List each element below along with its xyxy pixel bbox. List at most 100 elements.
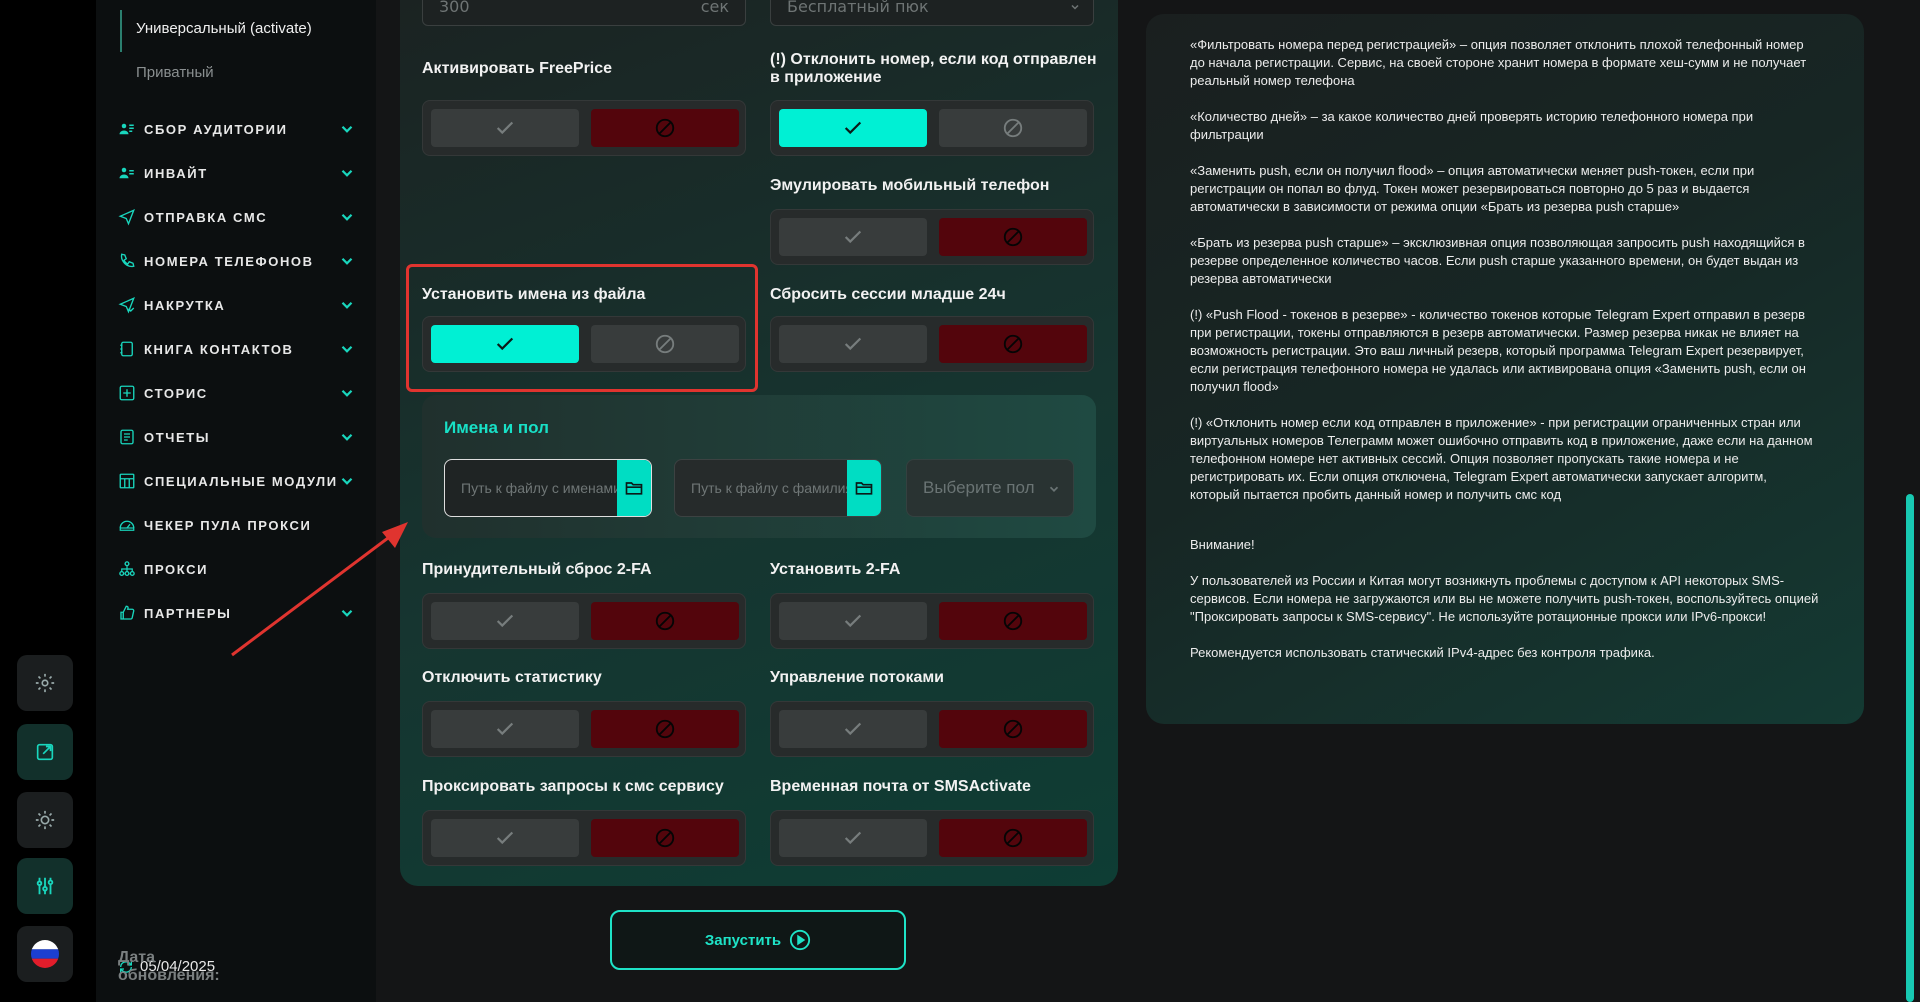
submenu-item-universal[interactable]: Универсальный (activate) (136, 20, 312, 37)
option-label-thread-control: Управление потоками (770, 669, 945, 686)
toggle-proxy-sms[interactable] (422, 810, 746, 866)
gender-select[interactable]: Выберите пол (906, 459, 1074, 517)
toggle-freeprice[interactable] (422, 100, 746, 156)
info-paragraph: (!) «Push Flood - токенов в резерве» - к… (1190, 307, 1806, 394)
sidebar-item-4[interactable]: НАКРУТКА (116, 290, 356, 320)
toggle-reset-sessions[interactable] (770, 316, 1094, 372)
run-button[interactable]: Запустить (610, 910, 906, 970)
info-paragraph: «Заменить push, если он получил flood» –… (1190, 163, 1755, 214)
toggle-no-button[interactable] (939, 218, 1087, 256)
check-icon (496, 722, 514, 736)
toggle-no-button[interactable] (939, 710, 1087, 748)
sidebar-item-9[interactable]: ЧЕКЕР ПУЛА ПРОКСИ (116, 510, 356, 540)
option-label-emulate-mobile: Эмулировать мобильный телефон (770, 177, 1050, 194)
info-paragraph: «Фильтровать номера перед регистрацией» … (1190, 37, 1807, 88)
sidebar-item-1[interactable]: ИНВАЙТ (116, 158, 356, 188)
info-paragraph: «Брать из резерва push старше» – эксклюз… (1190, 235, 1805, 286)
option-label-proxy-sms: Проксировать запросы к смс сервису (422, 778, 724, 795)
check-icon (844, 337, 862, 351)
external-link-button[interactable] (17, 724, 73, 780)
reports-icon (120, 429, 134, 445)
language-button[interactable] (17, 926, 73, 982)
info-paragraph: (!) «Отклонить номер если код отправлен … (1190, 415, 1813, 502)
theme-button[interactable] (17, 792, 73, 848)
toggle-no-button[interactable] (591, 710, 739, 748)
names-file-input[interactable]: Путь к файлу с именами (444, 459, 652, 517)
check-icon (844, 722, 862, 736)
toggle-no-button[interactable] (939, 325, 1087, 363)
gender-select-placeholder: Выберите пол (923, 478, 1035, 497)
toggle-set-2fa[interactable] (770, 593, 1094, 649)
option-label-set-2fa: Установить 2-FA (770, 561, 901, 578)
chevron-down-icon (341, 213, 353, 221)
sidebar-item-8[interactable]: СПЕЦИАЛЬНЫЕ МОДУЛИ (116, 466, 356, 496)
toggle-disable-stats[interactable] (422, 701, 746, 757)
modules-icon (119, 473, 135, 489)
surnames-file-input[interactable]: Путь к файлу с фамилиями (674, 459, 882, 517)
sidebar-item-6[interactable]: СТОРИС (116, 378, 356, 408)
chevron-down-icon (341, 389, 353, 397)
partners-icon (120, 605, 135, 620)
toggle-yes-button[interactable] (431, 602, 579, 640)
toggle-yes-button[interactable] (779, 325, 927, 363)
run-button-label: Запустить (704, 931, 782, 949)
sidebar-item-0[interactable]: СБОР АУДИТОРИИ (116, 114, 356, 144)
folder-icon (855, 482, 873, 495)
seconds-value: 300 (439, 0, 470, 16)
folder-icon (625, 482, 643, 495)
toggle-yes-button[interactable] (779, 710, 927, 748)
sidebar-item-10[interactable]: ПРОКСИ (116, 554, 356, 584)
scrollbar-thumb[interactable] (1906, 494, 1914, 1002)
toggle-emulate-mobile[interactable] (770, 209, 1094, 265)
ban-icon (655, 118, 675, 138)
sidebar-item-label: ИНВАЙТ (144, 165, 208, 181)
chevron-down-icon (1071, 4, 1079, 10)
toggle-no-button[interactable] (591, 819, 739, 857)
sidebar-item-label: СПЕЦИАЛЬНЫЕ МОДУЛИ (144, 473, 338, 489)
sidebar-item-5[interactable]: КНИГА КОНТАКТОВ (116, 334, 356, 364)
names-browse-button[interactable] (617, 460, 651, 516)
toggle-yes-button[interactable] (779, 218, 927, 256)
toggle-yes-button[interactable] (779, 602, 927, 640)
toggle-no-button[interactable] (939, 109, 1087, 147)
check-icon (496, 614, 514, 628)
sidebar (96, 0, 376, 1002)
sidebar-item-7[interactable]: ОТЧЕТЫ (116, 422, 356, 452)
highlight-box (406, 264, 758, 392)
toggle-no-button[interactable] (591, 109, 739, 147)
pool-select[interactable]: Бесплатный пюк (770, 0, 1094, 26)
names-file-placeholder: Путь к файлу с именами (461, 480, 617, 496)
toggle-yes-button[interactable] (779, 109, 927, 147)
toggle-reject-app-code[interactable] (770, 100, 1094, 156)
sidebar-item-3[interactable]: НОМЕРА ТЕЛЕФОНОВ (116, 246, 356, 276)
toggle-thread-control[interactable] (770, 701, 1094, 757)
submenu-item-private[interactable]: Приватный (136, 64, 214, 81)
seconds-input[interactable]: 300 сек (422, 0, 746, 26)
ban-icon (1003, 719, 1023, 739)
ban-icon (1003, 334, 1023, 354)
toggle-yes-button[interactable] (431, 710, 579, 748)
toggle-yes-button[interactable] (431, 819, 579, 857)
toggle-no-button[interactable] (939, 819, 1087, 857)
toggle-temp-mail[interactable] (770, 810, 1094, 866)
sidebar-item-11[interactable]: ПАРТНЕРЫ (116, 598, 356, 628)
info-paragraph: «Количество дней» – за какое количество … (1190, 109, 1754, 142)
settings-button[interactable] (17, 655, 73, 711)
toggle-no-button[interactable] (939, 602, 1087, 640)
sidebar-item-2[interactable]: ОТПРАВКА СМС (116, 202, 356, 232)
toggle-yes-button[interactable] (431, 109, 579, 147)
names-gender-title: Имена и пол (444, 418, 549, 437)
option-label-reject-app-code: (!) Отклонить номер, если код отправлен … (770, 51, 1097, 86)
toggle-force-reset-2fa[interactable] (422, 593, 746, 649)
check-icon (844, 230, 862, 244)
toggle-yes-button[interactable] (779, 819, 927, 857)
check-icon (844, 831, 862, 845)
ban-icon (1003, 118, 1023, 138)
chevron-down-icon (341, 169, 353, 177)
pool-value: Бесплатный пюк (787, 0, 929, 16)
sliders-button[interactable] (17, 858, 73, 914)
check-icon (844, 614, 862, 628)
surnames-browse-button[interactable] (847, 460, 881, 516)
stories-icon (119, 385, 135, 401)
toggle-no-button[interactable] (591, 602, 739, 640)
